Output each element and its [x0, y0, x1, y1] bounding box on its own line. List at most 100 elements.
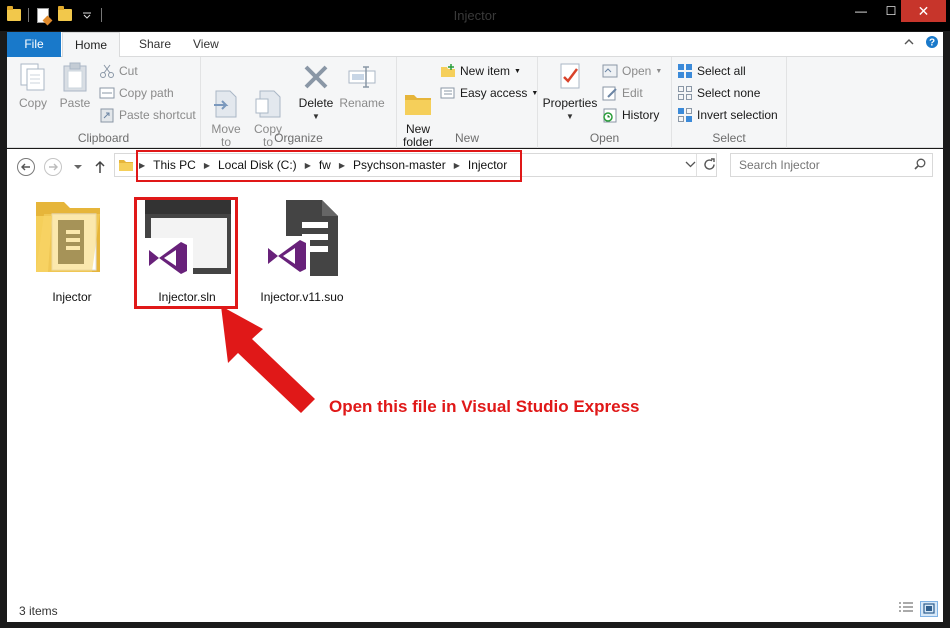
paste-shortcut-icon: [99, 107, 115, 123]
address-dropdown-button[interactable]: [685, 159, 696, 173]
open-label: Open: [622, 64, 652, 78]
file-list: Injector Injector.sln Injector.v11.suo O…: [7, 186, 943, 596]
new-item-label: New item: [460, 64, 511, 78]
tab-share[interactable]: Share: [125, 32, 185, 57]
search-icon[interactable]: [914, 158, 926, 170]
folder-icon: [402, 74, 434, 115]
move-to-icon: [210, 74, 242, 118]
delete-x-icon: [300, 61, 332, 93]
history-button[interactable]: History: [602, 105, 659, 125]
paste-icon: [59, 61, 91, 93]
clipboard-group-label: Clipboard: [77, 131, 130, 145]
properties-label: Properties: [542, 96, 598, 110]
file-item-folder[interactable]: Injector: [22, 186, 122, 310]
chevron-down-icon: ▼: [655, 67, 663, 75]
navigation-bar: ▶ This PC ▶ Local Disk (C:) ▶ fw ▶ Psych…: [7, 149, 943, 186]
file-highlight-box: [134, 197, 238, 309]
paste-label: Paste: [59, 96, 91, 110]
large-icons-view-icon[interactable]: [920, 601, 938, 617]
help-icon[interactable]: ?: [925, 35, 939, 52]
history-icon: [602, 107, 618, 123]
scissors-icon: [99, 63, 115, 79]
open-group-label: Open: [589, 131, 620, 145]
title-bar: Injector — ☐ ✕: [0, 0, 950, 31]
annotation-arrow: [207, 301, 337, 424]
rename-button[interactable]: Rename: [337, 61, 387, 110]
edit-label: Edit: [622, 86, 643, 100]
status-bar: 3 items: [7, 596, 943, 622]
copy-path-button[interactable]: Copy path: [99, 83, 174, 103]
details-view-icon[interactable]: [898, 601, 916, 617]
delete-label: Delete: [298, 96, 334, 110]
paste-shortcut-label: Paste shortcut: [119, 108, 196, 122]
delete-button[interactable]: Delete ▼: [297, 61, 335, 123]
select-none-button[interactable]: Select none: [677, 83, 760, 103]
forward-button[interactable]: [43, 157, 63, 177]
folder-icon: [32, 192, 112, 285]
copy-to-icon: [252, 74, 284, 118]
search-box[interactable]: [730, 153, 933, 177]
explorer-window: Injector — ☐ ✕ File Home Share View ? Co…: [0, 0, 950, 628]
properties-icon: [554, 61, 586, 93]
chevron-down-icon: ▼: [312, 112, 320, 121]
paste-button[interactable]: Paste: [55, 61, 95, 110]
copy-button[interactable]: Copy: [13, 61, 53, 110]
copy-path-icon: [99, 85, 115, 101]
file-item-suo[interactable]: Injector.v11.suo: [252, 186, 352, 310]
edit-button[interactable]: Edit: [602, 83, 643, 103]
tab-file[interactable]: File: [7, 32, 61, 57]
annotation-text: Open this file in Visual Studio Express: [329, 397, 640, 416]
cut-button[interactable]: Cut: [99, 61, 138, 81]
invert-selection-label: Invert selection: [697, 108, 778, 122]
edit-icon: [602, 85, 618, 101]
copy-icon: [17, 61, 49, 93]
open-group: Properties ▼ Open ▼ Edit History Open: [538, 57, 672, 148]
open-button[interactable]: Open ▼: [602, 61, 662, 81]
open-icon: [602, 63, 618, 79]
properties-button[interactable]: Properties ▼: [542, 61, 598, 123]
tab-view[interactable]: View: [179, 32, 233, 57]
tab-home[interactable]: Home: [62, 32, 120, 58]
ribbon: Copy Paste Cut Copy path Paste shortcut …: [7, 57, 943, 149]
ribbon-tab-bar: File Home Share View ?: [7, 32, 943, 58]
select-all-icon: [677, 63, 693, 79]
minimize-button[interactable]: —: [846, 0, 876, 22]
back-arrow-icon: [17, 158, 35, 176]
back-button[interactable]: [16, 157, 36, 177]
window-title: Injector: [453, 8, 497, 23]
paste-shortcut-button[interactable]: Paste shortcut: [99, 105, 196, 125]
folder-icon: [118, 157, 134, 176]
rename-label: Rename: [339, 96, 385, 110]
organize-group-label: Organize: [274, 131, 323, 145]
new-item-button[interactable]: New item ▼: [440, 61, 521, 81]
new-group-label: New: [454, 131, 479, 145]
chevron-down-icon: ▼: [514, 67, 521, 75]
history-label: History: [622, 108, 660, 122]
easy-access-icon: [440, 85, 456, 101]
new-group: New folder New item ▼ Easy access ▼ New: [397, 57, 538, 149]
search-input[interactable]: [731, 154, 911, 176]
easy-access-label: Easy access: [460, 86, 528, 100]
chevron-down-icon: [74, 165, 82, 169]
cut-label: Cut: [119, 64, 138, 78]
item-count: 3 items: [19, 604, 58, 618]
select-none-label: Select none: [697, 86, 761, 100]
refresh-button[interactable]: [703, 158, 716, 174]
forward-arrow-icon: [44, 158, 62, 176]
select-all-label: Select all: [697, 64, 746, 78]
clipboard-group: Copy Paste Cut Copy path Paste shortcut …: [7, 57, 201, 148]
invert-selection-icon: [677, 107, 693, 123]
refresh-icon: [704, 158, 715, 170]
chevron-up-icon[interactable]: [904, 37, 914, 50]
file-name: Injector: [52, 290, 92, 304]
rename-icon: [346, 61, 378, 93]
organize-group: Move to Copy to Delete ▼ Rename Organize: [201, 57, 397, 149]
invert-selection-button[interactable]: Invert selection: [677, 105, 778, 125]
close-button[interactable]: ✕: [901, 0, 946, 22]
select-all-button[interactable]: Select all: [677, 61, 746, 81]
recent-locations-button[interactable]: [68, 157, 88, 177]
up-button[interactable]: [90, 157, 110, 177]
select-group: Select all Select none Invert selection …: [672, 57, 787, 148]
easy-access-button[interactable]: Easy access ▼: [440, 83, 538, 103]
divider: [696, 154, 697, 176]
